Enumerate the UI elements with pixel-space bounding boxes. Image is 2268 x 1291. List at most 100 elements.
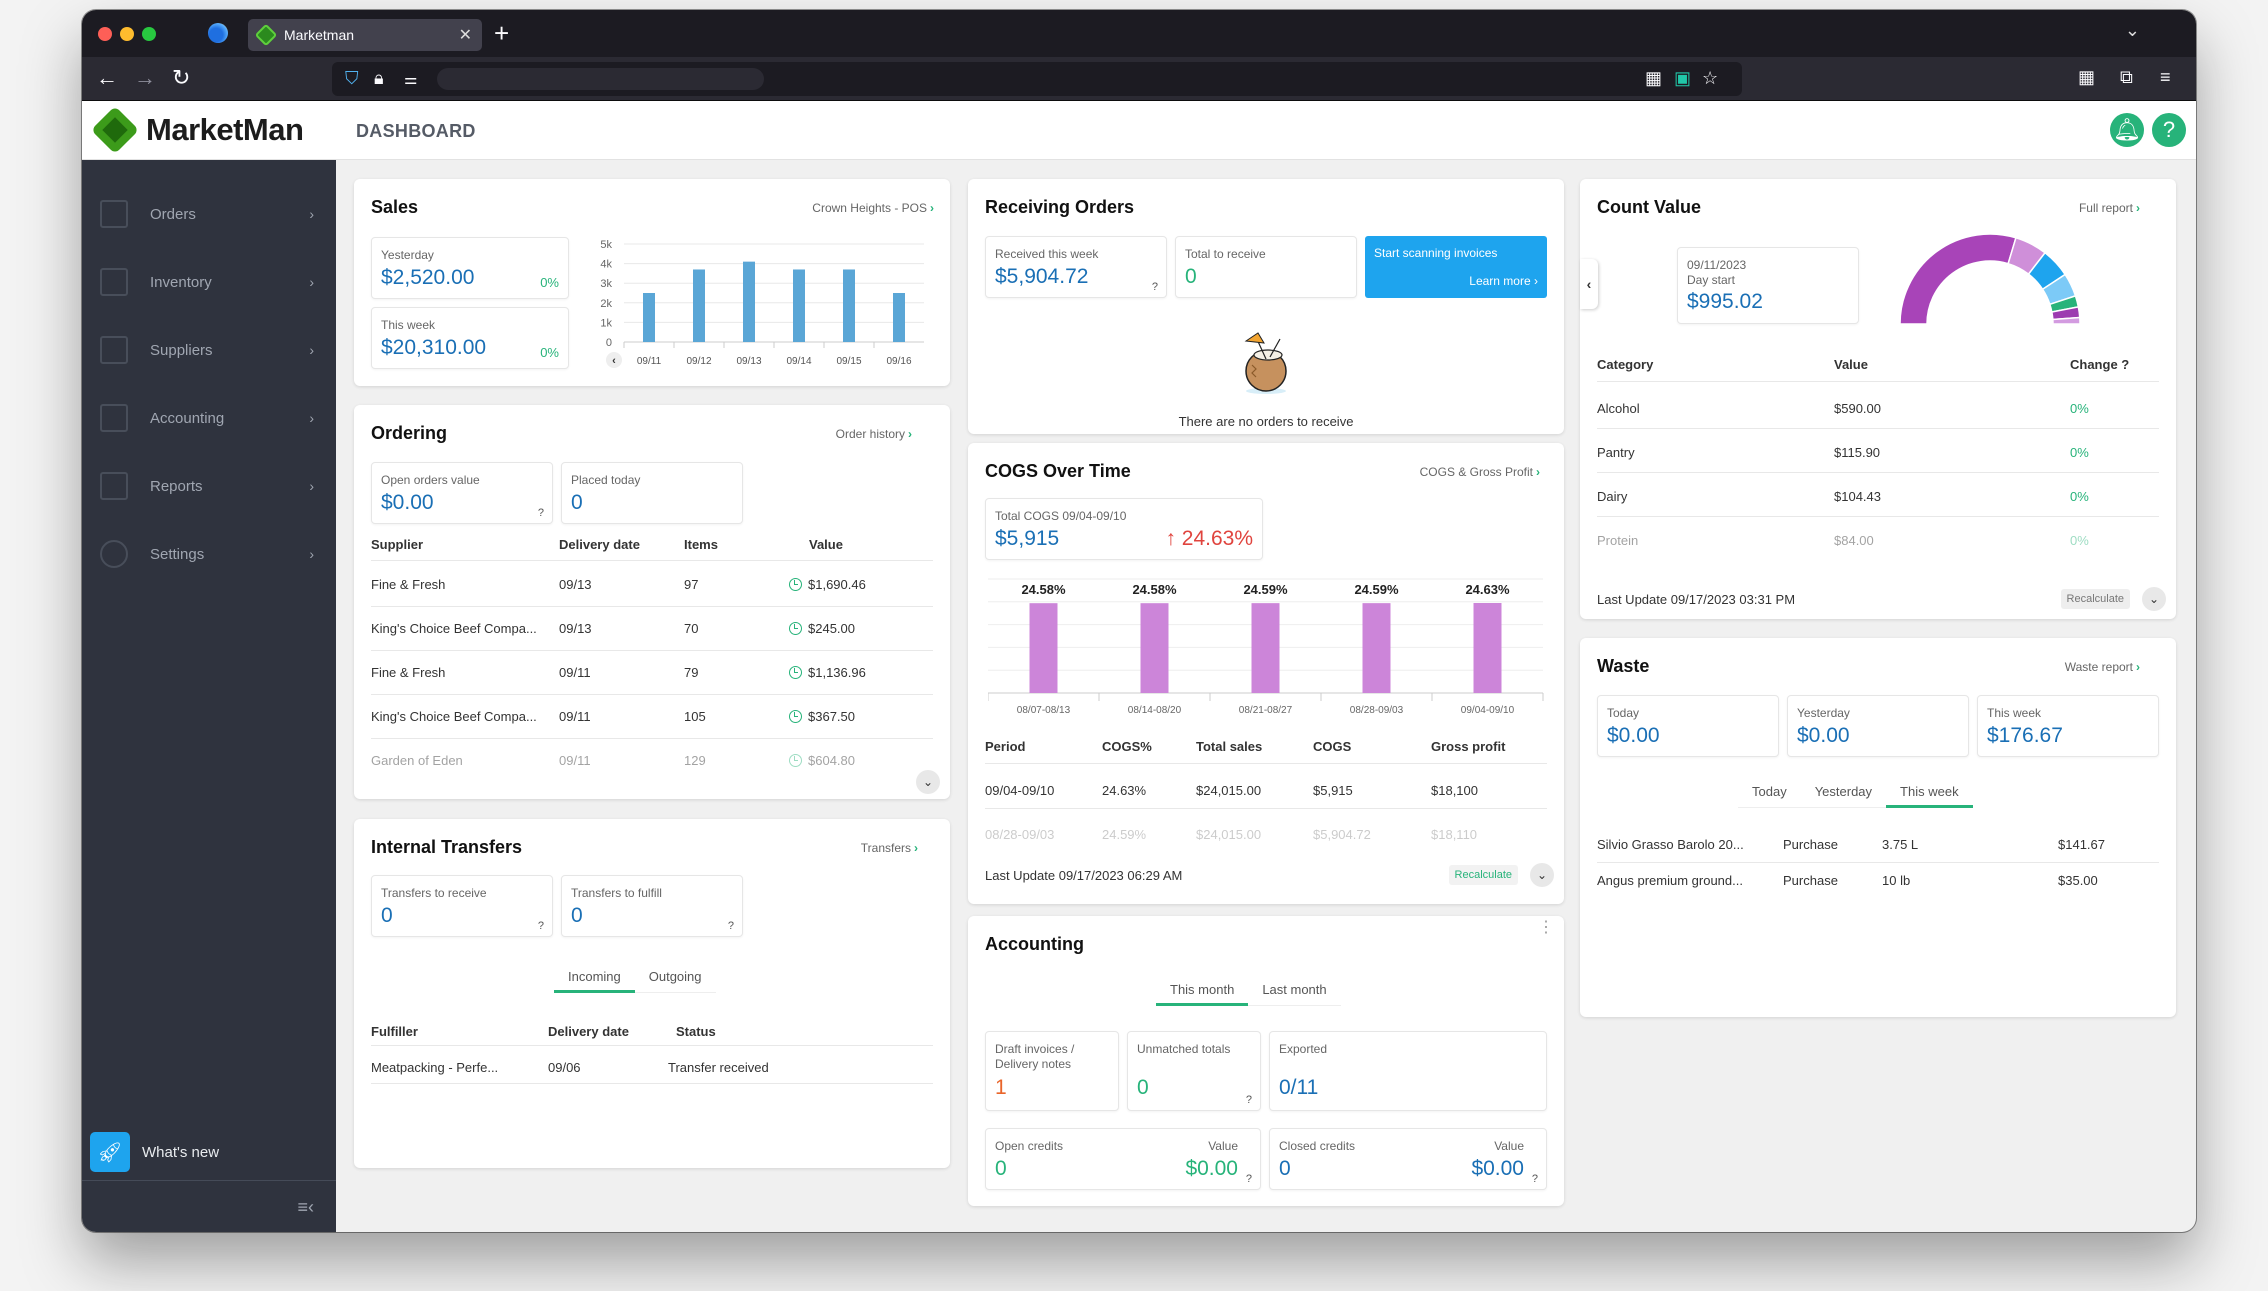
notifications-bell-icon[interactable]: 🔔︎ [2110,113,2144,147]
crown-heights-pos-link[interactable]: Crown Heights - POS› [812,201,934,215]
item-cell[interactable]: Angus premium ground... [1597,873,1743,888]
minimize-window-button[interactable] [120,27,134,41]
help-question-icon[interactable]: ? [1152,281,1158,293]
close-tab-icon[interactable]: ✕ [459,25,472,45]
sidebar-item-inventory[interactable]: Inventory › [82,262,336,302]
sales-bar[interactable] [643,293,655,342]
data-label: 24.58% [1021,582,1066,597]
cogs-bar[interactable] [1363,603,1391,693]
full-report-link[interactable]: Full report› [2079,201,2140,215]
stat-value: $5,904.72 [995,265,1088,289]
gauge-segment[interactable] [1900,234,2016,324]
sales-bar[interactable] [893,293,905,342]
cogs-bar[interactable] [1252,603,1280,693]
sidebar-item-orders[interactable]: Orders › [82,194,336,234]
stat-label: Open orders value [381,473,480,488]
shield-icon[interactable]: ⛉ [345,68,359,89]
extensions-puzzle-icon[interactable]: ⧉ [2120,67,2133,88]
tab-incoming[interactable]: Incoming [554,969,635,993]
unmatched-totals-stat[interactable]: Unmatched totals 0 ? [1127,1031,1261,1111]
screenshot-extension-icon[interactable]: ▣ [1674,68,1691,89]
learn-more-link[interactable]: Learn more › [1469,274,1538,288]
sales-bar[interactable] [693,269,705,342]
new-tab-button[interactable]: + [494,20,509,46]
items-cell: 79 [684,665,698,680]
draft-invoices-stat[interactable]: Draft invoices / Delivery notes 1 [985,1031,1119,1111]
whats-new-button[interactable]: 🚀︎ What's new [90,1132,219,1172]
x-tick-label: 08/14-08/20 [1128,705,1182,716]
sales-bar[interactable] [743,262,755,342]
previous-chevron-left-icon[interactable]: ‹ [1580,259,1598,309]
bookmark-star-icon[interactable]: ☆ [1702,68,1718,89]
quantity-cell: 10 lb [1882,873,1910,888]
expand-chevron-down-icon[interactable]: ⌄ [916,770,940,794]
sidebar-item-reports[interactable]: Reports › [82,466,336,506]
more-options-icon[interactable]: ⋮ [1538,924,1554,932]
start-scanning-invoices-banner[interactable]: Start scanning invoices Learn more › [1365,236,1547,298]
close-window-button[interactable] [98,27,112,41]
cogs-cell: 09/04-09/10 [985,783,1054,798]
tab-title: Marketman [284,27,354,43]
value-cell: $367.50 [789,709,855,724]
supplier-cell[interactable]: King's Choice Beef Compa... [371,621,537,636]
permissions-icon[interactable]: ⚌ [404,70,417,88]
help-question-icon[interactable]: ? [1246,1094,1252,1106]
recalculate-button[interactable]: Recalculate [1449,865,1518,885]
order-history-link[interactable]: Order history› [836,427,912,441]
supplier-cell[interactable]: King's Choice Beef Compa... [371,709,537,724]
column-header: Total sales [1196,739,1262,754]
fulfiller-cell[interactable]: Meatpacking - Perfe... [371,1060,498,1075]
open-credits-stat[interactable]: Open credits 0 Value $0.00 ? [985,1128,1261,1190]
help-question-icon[interactable]: ? [538,920,544,932]
app-menu-icon[interactable]: ≡ [2160,67,2171,88]
expand-chevron-down-icon[interactable]: ⌄ [2142,587,2166,611]
sidebar-item-accounting[interactable]: Accounting › [82,398,336,438]
url-bar[interactable]: ⛉ 🔒︎ ⚌ ▦ ▣ ☆ [332,62,1742,96]
chevron-right-icon: › [930,201,934,215]
closed-credits-stat[interactable]: Closed credits 0 Value $0.00 ? [1269,1128,1547,1190]
tab-this-month[interactable]: This month [1156,982,1248,1006]
tab-outgoing[interactable]: Outgoing [635,969,716,992]
collapse-sidebar-icon[interactable]: ≡‹ [298,1197,315,1218]
supplier-cell[interactable]: Garden of Eden [371,753,463,768]
address-input[interactable] [437,68,764,90]
help-question-icon[interactable]: ? [538,507,544,519]
supplier-cell[interactable]: Fine & Fresh [371,665,445,680]
extension-grid-icon[interactable]: ▦ [1645,68,1662,89]
help-question-icon[interactable]: ? [1532,1173,1538,1185]
tab-last-month[interactable]: Last month [1248,982,1340,1005]
waste-report-link[interactable]: Waste report› [2065,660,2140,674]
browser-tab[interactable]: Marketman ✕ [248,19,482,51]
sales-bar[interactable] [843,269,855,342]
back-arrow-icon[interactable]: ← [96,65,118,91]
item-cell[interactable]: Silvio Grasso Barolo 20... [1597,837,1744,852]
cogs-bar[interactable] [1030,603,1058,693]
add-extension-icon[interactable]: ▦ [2078,67,2095,88]
exported-stat[interactable]: Exported 0/11 [1269,1031,1547,1111]
cogs-bar[interactable] [1474,603,1502,693]
tab-yesterday[interactable]: Yesterday [1801,784,1886,807]
list-tabs-chevron-icon[interactable]: ⌄ [2125,20,2140,41]
recalculate-button[interactable]: Recalculate [2061,589,2130,609]
sidebar-item-settings[interactable]: Settings › [82,534,336,574]
reload-icon[interactable]: ↻ [172,65,190,91]
tab-this-week[interactable]: This week [1886,784,1973,808]
sales-bar[interactable] [793,269,805,342]
cogs-gross-profit-link[interactable]: COGS & Gross Profit› [1420,465,1540,479]
expand-chevron-down-icon[interactable]: ⌄ [1530,863,1554,887]
gauge-segment[interactable] [2053,318,2080,324]
maximize-window-button[interactable] [142,27,156,41]
transfers-link[interactable]: Transfers› [861,841,918,855]
help-question-icon[interactable]: ? [728,920,734,932]
firefox-view-icon[interactable] [208,23,228,43]
cogs-bar[interactable] [1141,603,1169,693]
stat-label: This week [1987,706,2041,721]
help-question-icon[interactable]: ? [1246,1173,1252,1185]
sidebar-item-suppliers[interactable]: Suppliers › [82,330,336,370]
brand-logo[interactable]: MarketMan [82,101,336,160]
supplier-cell[interactable]: Fine & Fresh [371,577,445,592]
lock-icon[interactable]: 🔒︎ [374,68,384,89]
help-icon[interactable]: ? [2152,113,2186,147]
forward-arrow-icon[interactable]: → [134,65,156,91]
tab-today[interactable]: Today [1738,784,1801,807]
